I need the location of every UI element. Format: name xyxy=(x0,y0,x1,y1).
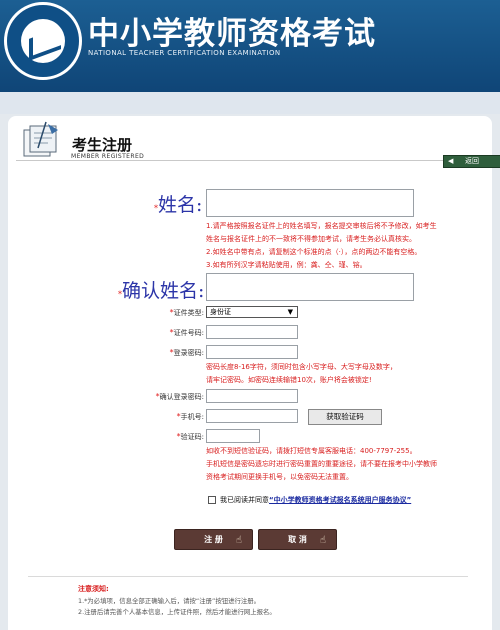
back-button-label: 返回 xyxy=(465,157,479,165)
cancel-button-label: 取 消 xyxy=(288,535,307,544)
id-type-select[interactable]: 身份证 ▼ xyxy=(206,306,298,318)
hand-pointer-icon: ☝ xyxy=(235,535,242,546)
card-header: 考生注册 MEMBER REGISTERED ◀ 返回 xyxy=(16,120,500,168)
service-agreement-link[interactable]: “中小学教师资格考试报名系统用户服务协议” xyxy=(269,496,411,504)
agree-checkbox[interactable] xyxy=(208,496,216,504)
confirm-password-input[interactable] xyxy=(206,389,298,403)
registration-document-icon xyxy=(23,121,58,157)
site-logo xyxy=(4,2,82,80)
phone-label: *手机号: xyxy=(176,412,204,421)
id-type-label: *证件类型: xyxy=(169,308,204,317)
id-number-input[interactable] xyxy=(206,325,298,339)
notice-title: 注意须知: xyxy=(78,585,109,593)
notice-item: 1.*为必填项，信息全部正确输入后，请按“注册”按钮进行注册。 xyxy=(78,597,261,605)
name-label: *姓名: xyxy=(154,194,203,216)
page-subtitle: MEMBER REGISTERED xyxy=(71,153,145,160)
name-input[interactable] xyxy=(206,189,414,217)
get-code-button[interactable]: 获取验证码 xyxy=(308,409,382,425)
register-card: 考生注册 MEMBER REGISTERED ◀ 返回 *姓名: 1.请严格按照… xyxy=(8,116,500,630)
name-notes: 1.请严格按照报名证件上的姓名填写，报名提交审核后将不予修改，如考生 姓名与报名… xyxy=(206,222,437,269)
book-icon xyxy=(29,27,61,61)
agree-text: 我已阅读并同意“中小学教师资格考试报名系统用户服务协议” xyxy=(220,496,412,504)
code-label: *验证码: xyxy=(176,432,204,441)
register-button-label: 注 册 xyxy=(204,535,223,544)
chevron-down-icon: ▼ xyxy=(287,308,293,316)
site-header: 中小学教师资格考试 NATIONAL TEACHER CERTIFICATION… xyxy=(0,0,500,92)
page-title: 考生注册 xyxy=(72,136,133,154)
password-input[interactable] xyxy=(206,345,298,359)
footer-divider xyxy=(28,576,468,577)
password-notes: 密码长度8-16字符，须同时包含小写字母、大写字母及数字， 请牢记密码。如密码连… xyxy=(206,363,397,384)
hand-pointer-icon: ☝ xyxy=(319,535,326,546)
site-subtitle: NATIONAL TEACHER CERTIFICATION EXAMINATI… xyxy=(88,49,281,57)
id-number-label: *证件号码: xyxy=(169,328,204,337)
code-input[interactable] xyxy=(206,429,260,443)
phone-input[interactable] xyxy=(206,409,298,423)
header-strip xyxy=(0,92,500,114)
site-title: 中小学教师资格考试 xyxy=(88,16,376,52)
back-arrow-icon: ◀ xyxy=(448,157,454,165)
cancel-button[interactable]: 取 消 ☝ xyxy=(258,529,337,550)
notice-item: 2.注册后请完善个人基本信息，上传证件照，然后才能进行网上报名。 xyxy=(78,608,276,616)
confirm-name-label: *确认姓名: xyxy=(118,280,205,302)
confirm-name-input[interactable] xyxy=(206,273,414,301)
password-label: *登录密码: xyxy=(169,348,204,357)
code-notes: 如收不到短信验证码，请拨打短信专属客服电话：400-7797-255。 手机短信… xyxy=(206,447,437,481)
register-button[interactable]: 注 册 ☝ xyxy=(174,529,253,550)
confirm-password-label: *确认登录密码: xyxy=(155,392,204,401)
back-button[interactable]: ◀ 返回 xyxy=(443,155,500,168)
